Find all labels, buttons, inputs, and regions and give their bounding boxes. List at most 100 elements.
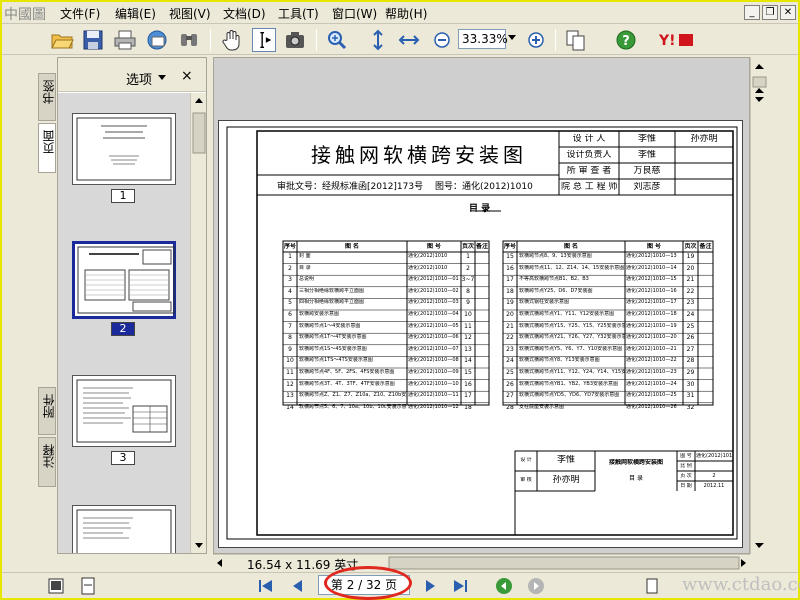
window-controls: _ ❐ ✕ bbox=[742, 4, 796, 20]
table-row-name: 封 面 bbox=[299, 253, 311, 259]
table-row-page: 29 bbox=[686, 369, 695, 376]
page-thumbnail-1[interactable] bbox=[72, 113, 176, 185]
print-icon[interactable] bbox=[113, 28, 137, 52]
table-row-page: 17 bbox=[464, 392, 472, 400]
menu-window[interactable]: 窗口(W) bbox=[332, 5, 377, 22]
table-row-number: 27 bbox=[506, 392, 514, 400]
yahoo-icon[interactable]: Y! bbox=[657, 28, 697, 52]
highlight-circle bbox=[324, 566, 412, 600]
fit-width-icon[interactable] bbox=[397, 28, 421, 52]
table-row-drawing-number: 通化(2012)1010—22 bbox=[626, 357, 677, 364]
table-row-number: 18 bbox=[506, 287, 514, 295]
next-page-icon[interactable] bbox=[420, 576, 440, 596]
table-row-page: 20 bbox=[686, 264, 695, 272]
search-icon[interactable] bbox=[177, 28, 201, 52]
go-back-icon[interactable] bbox=[494, 576, 514, 596]
document-viewport[interactable]: 接触网软横跨安装图 审批文号：经规标准函[2012]173号 图号：通化(201… bbox=[213, 57, 750, 554]
toolbar-separator bbox=[210, 29, 211, 51]
menu-view[interactable]: 视图(V) bbox=[169, 5, 211, 22]
menu-edit[interactable]: 编辑(E) bbox=[115, 5, 156, 22]
fit-height-icon[interactable] bbox=[366, 28, 390, 52]
previous-page-icon[interactable] bbox=[288, 576, 308, 596]
table-row-drawing-number: 通化(2012)1010—05 bbox=[408, 322, 459, 329]
bottom-block-title: 接触网软横跨安装图 bbox=[608, 459, 663, 466]
chevron-down-icon[interactable] bbox=[158, 75, 166, 80]
table-row-drawing-number: 通化(2012)1010—13 bbox=[626, 253, 677, 259]
page-thumbnail-2[interactable] bbox=[72, 241, 176, 319]
zoom-plus-icon[interactable] bbox=[524, 28, 548, 52]
table-row-page: 22 bbox=[686, 287, 695, 295]
tab-pages[interactable]: 页面 bbox=[38, 123, 56, 173]
open-icon[interactable] bbox=[50, 28, 74, 52]
table-row-name: 软横跨节点1T～4T安装示意图 bbox=[299, 334, 367, 341]
tab-bookmarks[interactable]: 书签 bbox=[38, 73, 56, 121]
table-header: 备注 bbox=[475, 243, 488, 250]
table-row-page: 16 bbox=[464, 380, 472, 388]
table-header: 序号 bbox=[283, 243, 296, 250]
menu-help[interactable]: 帮助(H) bbox=[385, 5, 427, 22]
thumbnails-list: 1 2 3 bbox=[58, 93, 190, 553]
table-header: 页次 bbox=[461, 243, 474, 250]
pages-icon[interactable] bbox=[564, 28, 588, 52]
toolbar: 33.33% ? Y! bbox=[2, 25, 798, 55]
last-page-icon[interactable] bbox=[450, 576, 470, 596]
table-row-page: 8 bbox=[466, 287, 470, 295]
table-row-drawing-number: 通化(2012)1010—12 bbox=[408, 403, 459, 410]
table-row-name: 不等高软横跨节点B1、B2、B3 bbox=[519, 276, 589, 283]
zoom-out-minus-icon[interactable] bbox=[430, 28, 454, 52]
table-row-drawing-number: 通化(2012)1010—09 bbox=[408, 369, 459, 375]
page-thumbnail-3[interactable] bbox=[72, 375, 176, 447]
table-row-page: 14 bbox=[464, 357, 472, 365]
minimize-icon[interactable]: _ bbox=[744, 5, 760, 20]
email-icon[interactable] bbox=[145, 28, 169, 52]
chevron-down-icon[interactable] bbox=[508, 35, 516, 40]
tab-comments[interactable]: 注释 bbox=[38, 437, 56, 487]
table-header: 备注 bbox=[699, 243, 712, 250]
help-icon[interactable]: ? bbox=[614, 28, 638, 52]
menu-document[interactable]: 文档(D) bbox=[223, 5, 266, 22]
table-row-name: 软横跨节点11、12、Z14、14、15安装示意图 bbox=[519, 264, 625, 271]
single-page-icon[interactable] bbox=[46, 576, 66, 596]
bottom-block-role: 审 核 bbox=[520, 477, 532, 483]
table-row-page: 28 bbox=[686, 357, 695, 365]
zoom-input[interactable]: 33.33% bbox=[458, 29, 508, 49]
title-block-role: 设计负责人 bbox=[566, 150, 612, 160]
table-header: 图 号 bbox=[646, 243, 662, 250]
page-thumbnail-4[interactable] bbox=[72, 505, 176, 553]
table-row-drawing-number: 通化(2012)1010—10 bbox=[408, 380, 459, 387]
go-forward-icon[interactable] bbox=[526, 576, 546, 596]
bottom-block-field-value: 通化(2012)1010 bbox=[696, 453, 732, 459]
table-row-number: 22 bbox=[506, 334, 514, 342]
menu-tools[interactable]: 工具(T) bbox=[278, 5, 319, 22]
table-row-drawing-number: 通化(2012)1010—14 bbox=[626, 264, 677, 271]
table-row-drawing-number: 通化(2012)1010—11 bbox=[408, 392, 459, 399]
snapshot-icon[interactable] bbox=[283, 28, 307, 52]
table-row-drawing-number: 通化(2012)1010—07 bbox=[408, 345, 459, 352]
select-text-icon[interactable] bbox=[252, 28, 276, 52]
close-icon[interactable]: ✕ bbox=[780, 5, 796, 20]
document-vertical-scrollbar[interactable] bbox=[750, 57, 767, 554]
tab-attachments[interactable]: 附件 bbox=[38, 387, 56, 435]
bottom-block-name: 孙亦明 bbox=[552, 475, 580, 485]
first-page-icon[interactable] bbox=[256, 576, 276, 596]
table-row-name: 软横跨节点Y25、D6、D7安装图 bbox=[519, 287, 593, 294]
table-row-number: 28 bbox=[506, 403, 514, 411]
table-row-number: 21 bbox=[506, 322, 514, 330]
bottom-block-field-value: 2 bbox=[712, 473, 716, 479]
drawing-number: 图号：通化(2012)1010 bbox=[435, 182, 533, 192]
svg-text:?: ? bbox=[622, 34, 630, 49]
menu-file[interactable]: 文件(F) bbox=[60, 5, 100, 22]
section-title: 目 录 bbox=[469, 204, 491, 214]
hand-tool-icon[interactable] bbox=[220, 28, 244, 52]
table-row-drawing-number: 通化(2012)1010—01 bbox=[408, 276, 459, 283]
thumbnails-scrollbar[interactable] bbox=[190, 93, 206, 553]
save-icon[interactable] bbox=[81, 28, 105, 52]
table-row-number: 5 bbox=[288, 299, 292, 307]
close-icon[interactable]: × bbox=[181, 68, 193, 84]
options-menu[interactable]: 选项 bbox=[126, 69, 152, 88]
single-page-layout-icon[interactable] bbox=[642, 576, 662, 596]
zoom-in-icon[interactable] bbox=[325, 28, 349, 52]
restore-icon[interactable]: ❐ bbox=[762, 5, 778, 20]
continuous-page-icon[interactable] bbox=[78, 576, 98, 596]
document-horizontal-scrollbar[interactable]: 16.54 x 11.69 英寸 bbox=[213, 554, 750, 572]
